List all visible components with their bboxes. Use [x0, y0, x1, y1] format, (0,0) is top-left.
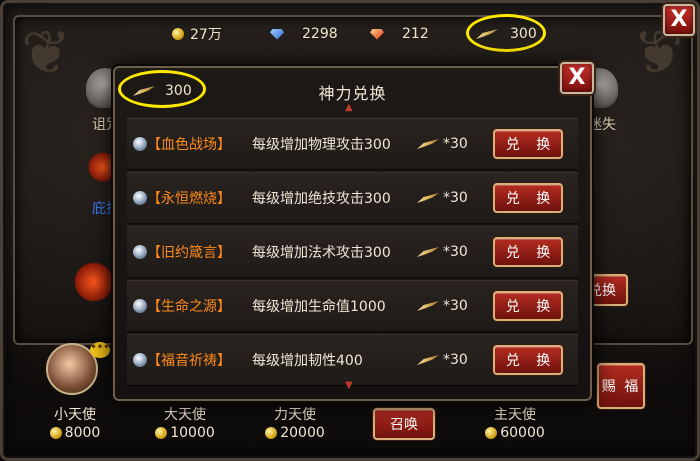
angel-name: 小天使	[54, 407, 96, 423]
angel-cost-value: 10000	[170, 425, 215, 441]
diamond-value: 2298	[302, 26, 338, 42]
angel-slot-archangel[interactable]: 大天使 10000	[130, 404, 240, 441]
gold-value: 27万	[190, 27, 222, 43]
item-cost-value: *30	[443, 136, 468, 152]
item-cost-value: *30	[443, 352, 468, 368]
coin-icon	[485, 427, 498, 439]
item-name: 【血色战场】	[147, 137, 231, 153]
coin-icon	[155, 427, 168, 439]
summon-button[interactable]: 召唤	[373, 408, 435, 440]
exchange-list: 【血色战场】 每级增加物理攻击300 *30 兑 换 【永恒燃烧】 每级增加绝技…	[127, 118, 578, 388]
item-description: 每级增加绝技攻击300	[252, 191, 391, 207]
coin-icon	[265, 427, 278, 439]
divine-exchange-dialog: 300 神力兑换 ▲ 【血色战场】 每级增加物理攻击300 *30 兑 换 【永…	[113, 66, 592, 401]
highlight-ring-wallet	[118, 70, 206, 108]
item-cost: *30	[417, 298, 468, 314]
angel-slot-dominion[interactable]: 主天使 60000	[460, 404, 570, 441]
ruby-counter: 212	[370, 24, 429, 44]
exchange-button[interactable]: 兑 换	[493, 237, 563, 267]
gold-counter: 27万	[172, 24, 222, 44]
list-item: 【永恒燃烧】 每级增加绝技攻击300 *30 兑 换	[127, 172, 578, 224]
wing-icon	[417, 137, 439, 151]
item-cost-value: *30	[443, 190, 468, 206]
close-button[interactable]: X	[663, 4, 695, 36]
angel-cost-value: 8000	[64, 425, 101, 441]
list-item: 【血色战场】 每级增加物理攻击300 *30 兑 换	[127, 118, 578, 170]
coin-icon	[49, 427, 62, 439]
angel-cost-value: 60000	[500, 425, 545, 441]
blue-diamond-icon	[270, 28, 284, 40]
wing-icon	[417, 245, 439, 259]
exchange-button[interactable]: 兑 换	[493, 345, 563, 375]
orb-icon	[133, 245, 147, 259]
angel-name: 力天使	[274, 407, 316, 423]
angel-cost: 20000	[240, 425, 350, 441]
scroll-up-icon[interactable]: ▲	[345, 102, 353, 113]
item-cost: *30	[417, 190, 468, 206]
ruby-value: 212	[402, 26, 429, 42]
dialog-close-button[interactable]: X	[560, 62, 594, 94]
item-name: 【永恒燃烧】	[147, 191, 231, 207]
angel-cost: 10000	[130, 425, 240, 441]
orb-icon	[133, 191, 147, 205]
wing-icon	[417, 191, 439, 205]
exchange-button[interactable]: 兑 换	[493, 129, 563, 159]
angel-slot-virtue[interactable]: 力天使 20000	[240, 404, 350, 441]
list-item: 【旧约箴言】 每级增加法术攻击300 *30 兑 换	[127, 226, 578, 278]
wing-icon	[417, 299, 439, 313]
item-description: 每级增加物理攻击300	[252, 137, 391, 153]
angel-slot-small[interactable]: 小天使 8000	[20, 404, 130, 441]
orb-icon	[133, 299, 147, 313]
wing-icon	[417, 353, 439, 367]
item-description: 每级增加法术攻击300	[252, 245, 391, 261]
angel-name: 主天使	[494, 407, 536, 423]
item-description: 每级增加生命值1000	[252, 299, 386, 315]
item-cost: *30	[417, 136, 468, 152]
scroll-down-icon[interactable]: ▼	[345, 380, 353, 391]
currency-bar: 27万 2298 212 300	[0, 20, 700, 46]
item-cost: *30	[417, 244, 468, 260]
item-description: 每级增加韧性400	[252, 353, 363, 369]
item-cost-value: *30	[443, 244, 468, 260]
angel-name: 大天使	[164, 407, 206, 423]
orb-icon	[133, 353, 147, 367]
angel-cost-value: 20000	[280, 425, 325, 441]
list-item: 【生命之源】 每级增加生命值1000 *30 兑 换	[127, 280, 578, 332]
item-cost-value: *30	[443, 298, 468, 314]
item-name: 【旧约箴言】	[147, 245, 231, 261]
lost-label: 迷失	[588, 117, 616, 133]
list-item: 【福音祈祷】 每级增加韧性400 *30 兑 换	[127, 334, 578, 386]
highlight-ring-top	[466, 14, 546, 52]
angel-cost: 8000	[20, 425, 130, 441]
red-gem-icon	[370, 28, 384, 40]
angel-cost: 60000	[460, 425, 570, 441]
item-cost: *30	[417, 352, 468, 368]
item-name: 【生命之源】	[147, 299, 231, 315]
fire-emblem-icon	[74, 262, 114, 302]
exchange-button[interactable]: 兑 换	[493, 291, 563, 321]
orb-icon	[133, 137, 147, 151]
exchange-button[interactable]: 兑 换	[493, 183, 563, 213]
bless-button[interactable]: 赐 福	[597, 363, 645, 409]
coin-icon	[172, 28, 184, 40]
item-name: 【福音祈祷】	[147, 353, 231, 369]
diamond-counter: 2298	[270, 24, 338, 44]
chat-bubble-icon[interactable]: •••	[90, 342, 110, 358]
